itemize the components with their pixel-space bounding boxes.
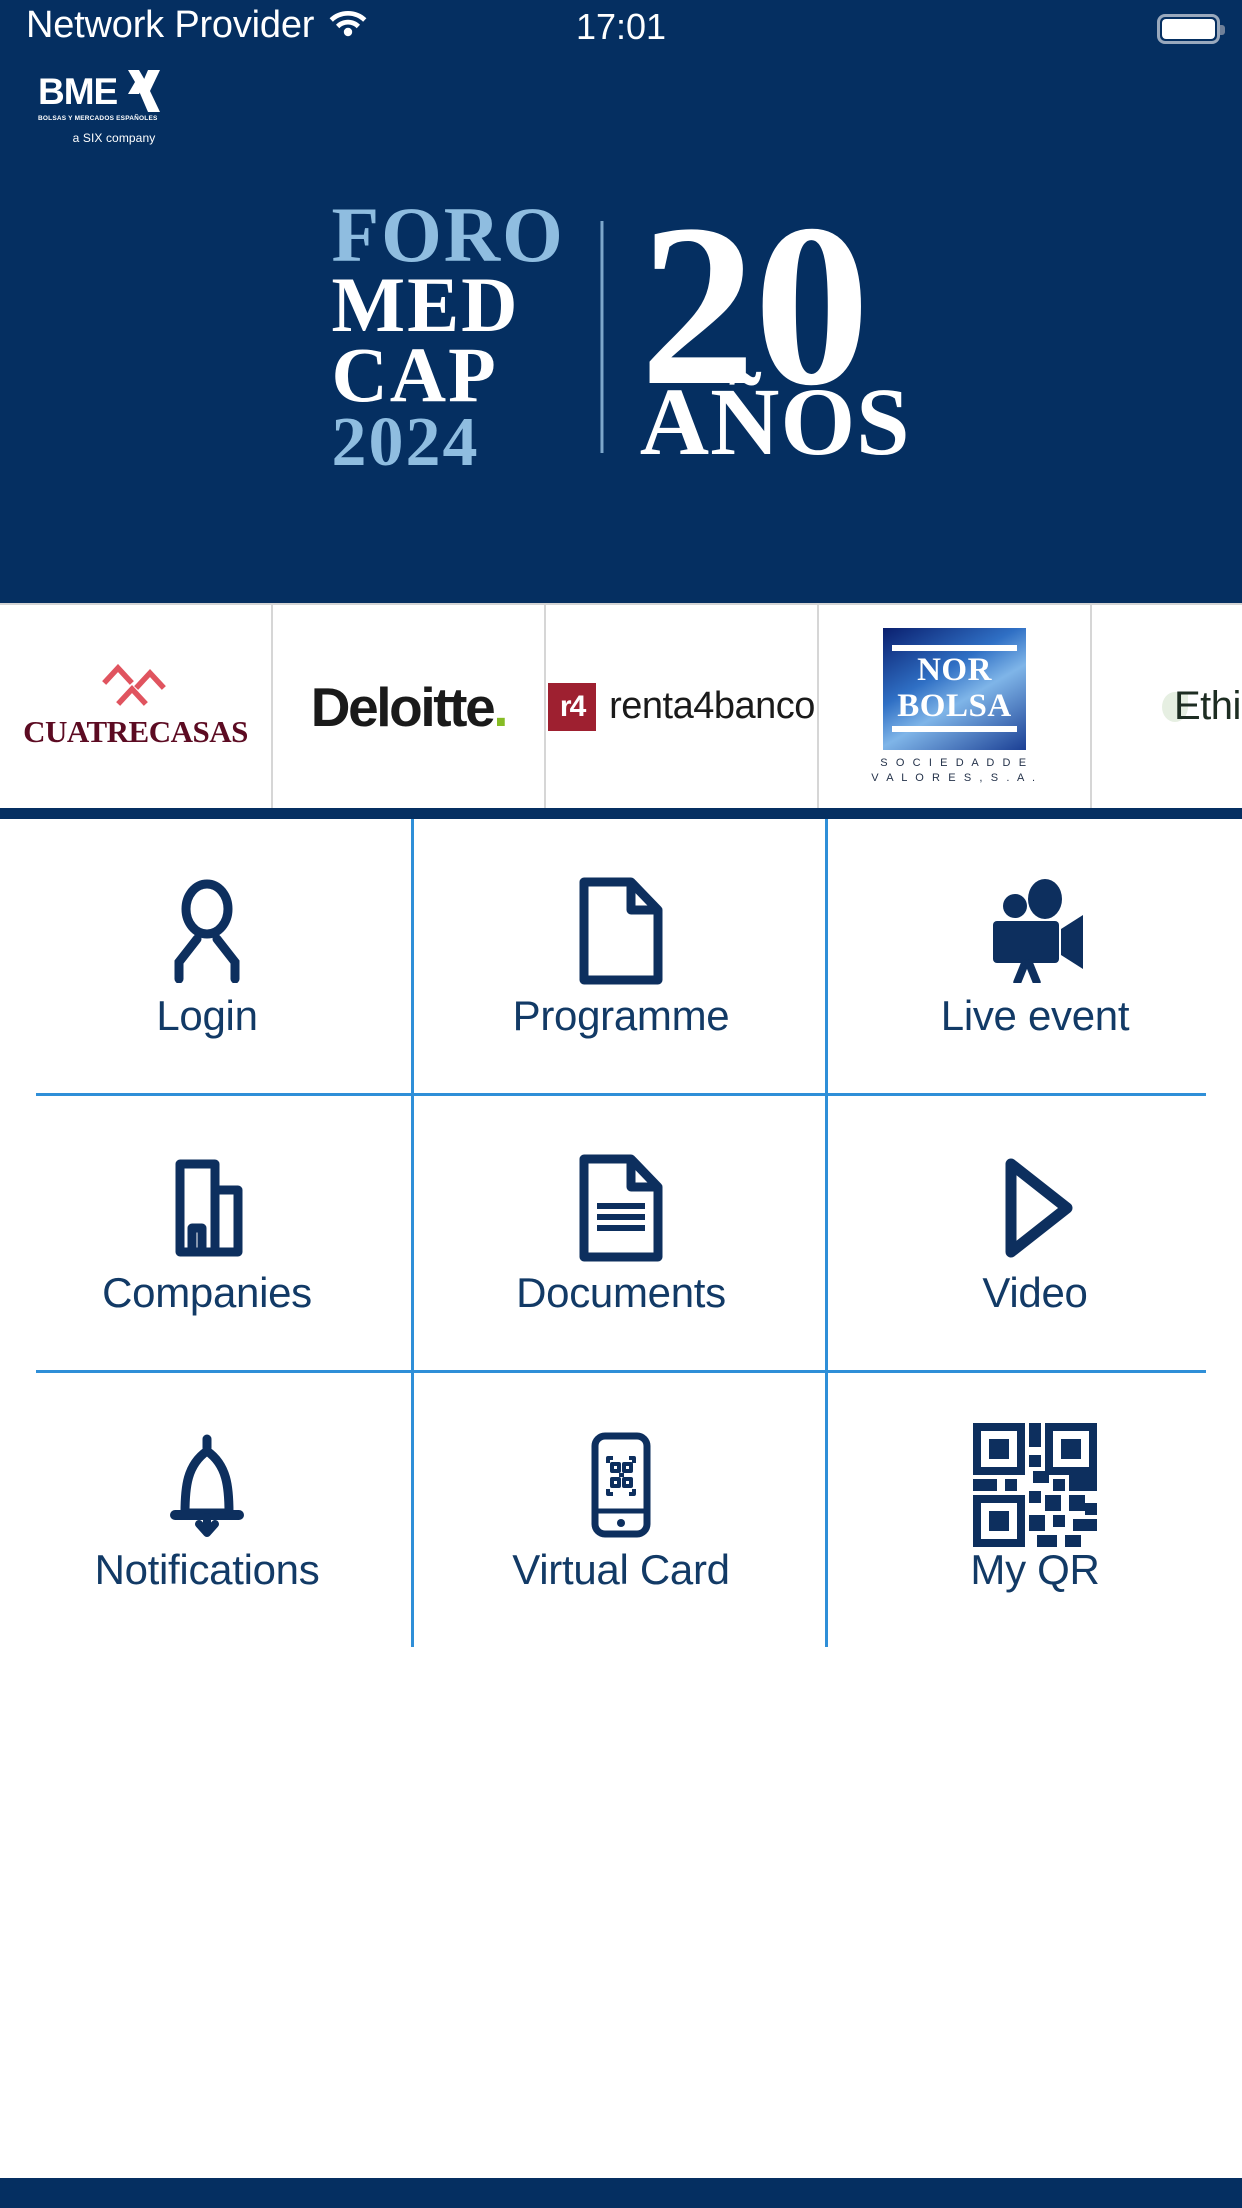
menu-tile-label: My QR [970, 1546, 1100, 1593]
menu-tile-label: Programme [512, 992, 730, 1039]
event-logo-anniversary: 20 AÑOS [639, 189, 911, 476]
main-menu: Login Programme Live event Companies Doc… [0, 819, 1242, 2178]
cuatrecasas-chevrons-icon [92, 663, 180, 710]
menu-tile-label: Documents [516, 1269, 726, 1316]
ethifin-logo: EthiFin [1162, 684, 1242, 729]
menu-tile-my-qr[interactable]: My QR [828, 1373, 1242, 1647]
play-triangle-icon [991, 1152, 1079, 1264]
document-lines-icon [577, 1152, 665, 1264]
battery-full-icon [1157, 14, 1225, 44]
menu-tile-label: Video [982, 1269, 1088, 1316]
document-blank-icon [577, 875, 665, 987]
movie-camera-icon [979, 875, 1091, 987]
bme-tagline: BOLSAS Y MERCADOS ESPAÑOLES [38, 115, 158, 122]
event-logo-line-cap: CAP [331, 331, 498, 419]
renta4-logo: r4 renta4banco [548, 682, 815, 731]
menu-tile-video[interactable]: Video [828, 1096, 1242, 1370]
menu-tile-label: Live event [940, 992, 1130, 1039]
norbolsa-bar-top [891, 645, 1017, 652]
sponsor-item-renta4banco[interactable]: r4 renta4banco [546, 605, 819, 808]
norbolsa-sub-line2: V A L O R E S , S . A . [871, 771, 1038, 784]
norbolsa-emblem: NOR BOLSA [882, 627, 1026, 750]
sponsor-item-cuatrecasas[interactable]: CUATRECASAS [0, 605, 273, 808]
bme-parent-label: a SIX company [72, 131, 156, 145]
phone-qr-icon [584, 1429, 658, 1541]
event-logo-line-med: MED [331, 261, 520, 349]
norbolsa-sub-line1: S O C I E D A D D E [880, 756, 1029, 769]
event-logo-wordmark: FORO MED CAP 2024 [331, 191, 600, 481]
sponsor-item-deloitte[interactable]: Deloitte. [273, 605, 546, 808]
status-bar: Network Provider 17:01 [0, 0, 1242, 60]
norbolsa-logo-icon: NOR BOLSA S O C I E D A D D E V A L O R … [871, 627, 1038, 786]
app-root: Network Provider 17:01 BME BOLSAS Y MERC… [0, 0, 1242, 2208]
menu-grid-row-2: Companies Documents Video [0, 1096, 1242, 1370]
buildings-icon [160, 1152, 254, 1264]
menu-tile-label: Login [156, 992, 258, 1039]
deloitte-dot-icon: . [493, 675, 508, 738]
event-logo-line-foro: FORO [331, 191, 565, 278]
menu-grid-row-3: Notifications Virtual Card My QR [0, 1373, 1242, 1647]
menu-tile-documents[interactable]: Documents [414, 1096, 828, 1370]
sponsor-item-norbolsa[interactable]: NOR BOLSA S O C I E D A D D E V A L O R … [819, 605, 1092, 808]
menu-grid-row-1: Login Programme Live event [0, 819, 1242, 1093]
menu-tile-label: Virtual Card [512, 1546, 730, 1593]
bme-x-icon [126, 70, 162, 112]
menu-tile-programme[interactable]: Programme [414, 819, 828, 1093]
renta4-name: renta4banco [609, 685, 815, 727]
menu-tile-login[interactable]: Login [0, 819, 414, 1093]
clock-label: 17:01 [575, 6, 667, 47]
user-icon [157, 875, 257, 987]
deloitte-logo: Deloitte. [310, 675, 509, 739]
menu-tile-label: Companies [102, 1269, 312, 1316]
event-logo-line-year: 2024 [331, 403, 480, 481]
bottom-bar [0, 2178, 1242, 2208]
bme-wordmark: BME [38, 70, 118, 112]
sponsor-carousel[interactable]: CUATRECASAS Deloitte. r4 renta4banco NOR… [0, 603, 1242, 808]
status-bar-right [1157, 14, 1225, 44]
menu-tile-notifications[interactable]: Notifications [0, 1373, 414, 1647]
norbolsa-line-bolsa: BOLSA [897, 688, 1012, 725]
cuatrecasas-name: CUATRECASAS [23, 713, 248, 749]
menu-tile-companies[interactable]: Companies [0, 1096, 414, 1370]
event-logo: FORO MED CAP 2024 20 AÑOS [331, 189, 911, 481]
section-divider [0, 808, 1242, 819]
event-logo-divider [600, 220, 604, 453]
deloitte-name: Deloitte [310, 675, 496, 738]
sponsor-item-ethifin[interactable]: EthiFin [1092, 605, 1242, 808]
bme-logo-row: BME [38, 70, 190, 112]
norbolsa-line-nor: NOR [917, 652, 992, 689]
qr-code-icon [973, 1423, 1097, 1547]
bell-icon [161, 1429, 253, 1541]
ethifin-name: EthiFin [1174, 684, 1242, 728]
menu-tile-live-event[interactable]: Live event [828, 819, 1242, 1093]
cuatrecasas-logo: CUATRECASAS [23, 663, 248, 750]
renta4-badge-icon: r4 [548, 682, 597, 731]
menu-tile-virtual-card[interactable]: Virtual Card [414, 1373, 828, 1647]
norbolsa-bar-bottom [891, 726, 1017, 733]
bme-logo[interactable]: BME BOLSAS Y MERCADOS ESPAÑOLES a SIX co… [38, 70, 190, 145]
anniversary-word: AÑOS [639, 368, 911, 476]
menu-tile-label: Notifications [94, 1546, 320, 1593]
hero-banner: BME BOLSAS Y MERCADOS ESPAÑOLES a SIX co… [0, 60, 1242, 603]
